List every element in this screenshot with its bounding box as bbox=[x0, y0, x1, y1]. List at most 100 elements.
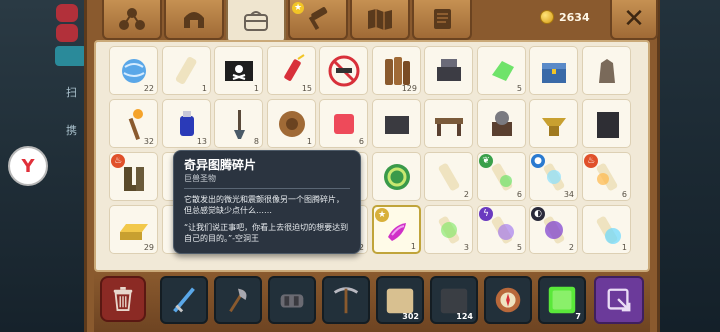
iron-axe-icon bbox=[229, 288, 247, 313]
inventory-slot[interactable]: ❦ 6 bbox=[477, 152, 526, 201]
item-count: 302 bbox=[402, 312, 419, 321]
inventory-slot[interactable]: ♨ bbox=[109, 152, 158, 201]
inventory-slot[interactable]: 15 bbox=[267, 46, 316, 95]
item-count: 1 bbox=[306, 137, 312, 146]
inventory-slot[interactable]: 6 bbox=[319, 99, 368, 148]
green-serpent-coil-icon bbox=[384, 164, 410, 190]
black-cabinet-icon bbox=[597, 112, 619, 138]
item-count: 6 bbox=[516, 190, 522, 199]
lightning-element-icon: ϟ bbox=[479, 207, 493, 221]
inventory-slot[interactable]: 5 bbox=[477, 46, 526, 95]
item-count: 2 bbox=[463, 190, 469, 199]
item-count: 3 bbox=[463, 243, 469, 252]
trash-can-icon bbox=[113, 287, 133, 311]
item-count: 1 bbox=[621, 243, 627, 252]
paper-scroll-icon bbox=[175, 56, 197, 85]
heart-icon bbox=[56, 4, 78, 22]
status-bar bbox=[55, 46, 87, 66]
currency-amount: 2634 bbox=[559, 10, 590, 24]
inventory-slot[interactable]: 1 bbox=[582, 205, 631, 254]
blue-sword-icon bbox=[173, 287, 195, 313]
inventory-slot[interactable] bbox=[319, 46, 368, 95]
shovel-icon bbox=[234, 110, 245, 139]
inventory-slot[interactable]: ● 34 bbox=[529, 152, 578, 201]
hotbar-slot[interactable] bbox=[322, 276, 370, 324]
item-count: 124 bbox=[456, 312, 473, 321]
inventory-slot[interactable]: 3 bbox=[424, 205, 473, 254]
green-slime-block-icon bbox=[548, 286, 576, 314]
tab-quests[interactable]: ★ bbox=[288, 0, 348, 40]
inventory-slot[interactable]: 8 bbox=[214, 99, 263, 148]
green-crystal-icon bbox=[492, 61, 514, 81]
app-logo[interactable]: Y bbox=[8, 146, 48, 186]
inventory-slot[interactable]: 129 bbox=[372, 46, 421, 95]
inventory-slot[interactable] bbox=[529, 99, 578, 148]
inventory-slot[interactable] bbox=[477, 99, 526, 148]
rolled-scroll-icon bbox=[438, 163, 460, 191]
item-count: 1 bbox=[201, 84, 207, 93]
inventory-slot[interactable] bbox=[529, 46, 578, 95]
exit-button[interactable] bbox=[594, 276, 644, 324]
inventory-slot[interactable]: 1 bbox=[214, 46, 263, 95]
tab-inventory[interactable] bbox=[226, 0, 286, 44]
inventory-slot[interactable]: 13 bbox=[162, 99, 211, 148]
tab-crafting[interactable] bbox=[102, 0, 162, 40]
hotbar-slot[interactable]: 7 bbox=[538, 276, 586, 324]
inventory-slot[interactable]: ϟ5 bbox=[477, 205, 526, 254]
tooltip-category: 巨兽圣物 bbox=[184, 174, 216, 183]
crafting-nodes-icon bbox=[119, 8, 145, 30]
dark-crate-icon bbox=[385, 116, 409, 134]
tab-equipment[interactable] bbox=[164, 0, 224, 40]
workbench-icon bbox=[435, 118, 463, 136]
item-count: 129 bbox=[401, 84, 417, 93]
inventory-slot[interactable]: 32 bbox=[109, 99, 158, 148]
hotbar-slot[interactable] bbox=[214, 276, 262, 324]
backpack-icon bbox=[244, 11, 268, 31]
inventory-slot[interactable]: 29 bbox=[109, 205, 158, 254]
game-background-right bbox=[656, 0, 720, 332]
anvil-machine-icon bbox=[437, 59, 461, 81]
inventory-slot[interactable] bbox=[582, 99, 631, 148]
mechanical-gauntlet-icon bbox=[280, 294, 304, 308]
item-count: 6 bbox=[358, 137, 364, 146]
item-count: 32 bbox=[143, 137, 154, 146]
tab-scroll[interactable] bbox=[412, 0, 472, 40]
inventory-slot[interactable]: 1 bbox=[267, 99, 316, 148]
inventory-slot[interactable] bbox=[582, 46, 631, 95]
inventory-slot[interactable]: ◐ 2 bbox=[529, 205, 578, 254]
tooltip-title: 奇异图腾碎片 bbox=[184, 158, 257, 172]
inventory-slot[interactable]: 2 bbox=[424, 152, 473, 201]
tooltip-quote: “让我们说正事吧，你看上去很迫切的想要达到自己的目的。”-空洞王 bbox=[184, 223, 349, 243]
close-button[interactable]: ✕ bbox=[610, 0, 658, 40]
scroll-icon bbox=[434, 9, 451, 29]
heart-icon bbox=[56, 24, 78, 42]
ice-scroll-icon bbox=[596, 216, 621, 244]
gold-coin-icon bbox=[540, 10, 554, 24]
item-count: 5 bbox=[516, 84, 522, 93]
inventory-slot[interactable] bbox=[424, 46, 473, 95]
hotbar-slot[interactable] bbox=[160, 276, 208, 324]
red-gem-icon bbox=[334, 114, 354, 134]
item-count: 29 bbox=[143, 243, 154, 252]
fire-element-icon: ♨ bbox=[584, 154, 598, 168]
inventory-slot[interactable]: ♨ 6 bbox=[582, 152, 631, 201]
no-guns-sign-icon bbox=[328, 55, 360, 87]
hotbar-slot[interactable]: 302 bbox=[376, 276, 424, 324]
hotbar-slot[interactable] bbox=[484, 276, 532, 324]
trash-button[interactable] bbox=[100, 276, 146, 322]
inventory-slot[interactable]: ★ 1 bbox=[372, 205, 421, 254]
background-label: 携 bbox=[66, 124, 77, 137]
hotbar-slot[interactable]: 124 bbox=[430, 276, 478, 324]
dark-element-icon: ◐ bbox=[531, 207, 545, 221]
pickaxe-icon bbox=[333, 287, 359, 314]
inventory-slot[interactable]: 22 bbox=[109, 46, 158, 95]
helmet-icon bbox=[184, 12, 204, 28]
item-count: 2 bbox=[568, 243, 574, 252]
inventory-slot[interactable]: 1 bbox=[162, 46, 211, 95]
inventory-slot[interactable] bbox=[372, 152, 421, 201]
golden-anvil-icon bbox=[542, 118, 566, 136]
inventory-slot[interactable] bbox=[424, 99, 473, 148]
inventory-slot[interactable] bbox=[372, 99, 421, 148]
tab-map[interactable] bbox=[350, 0, 410, 40]
hotbar-slot[interactable] bbox=[268, 276, 316, 324]
